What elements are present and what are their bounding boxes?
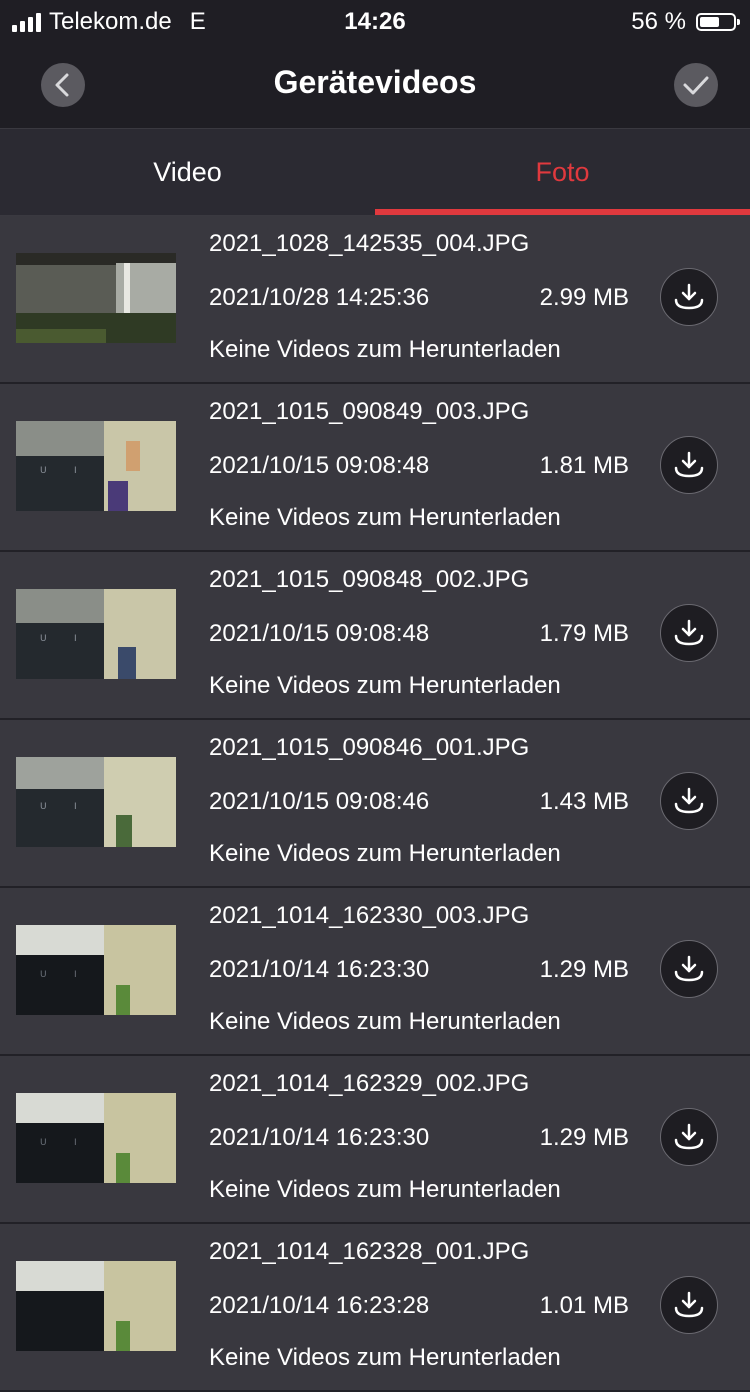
file-datetime: 2021/10/14 16:23:28 xyxy=(209,1292,430,1319)
file-status: Keine Videos zum Herunterladen xyxy=(209,840,561,867)
photo-thumbnail[interactable]: U I xyxy=(16,589,176,679)
svg-text:U: U xyxy=(40,466,47,476)
download-icon xyxy=(674,1123,704,1150)
svg-text:U: U xyxy=(40,1138,47,1148)
file-datetime: 2021/10/15 09:08:46 xyxy=(209,788,430,815)
file-size: 1.01 MB xyxy=(539,1292,629,1319)
list-item[interactable]: U I 2021_1015_090849_003.JPG 2021/10/15 … xyxy=(0,384,750,552)
svg-text:I: I xyxy=(74,802,77,812)
photo-thumbnail[interactable]: U I xyxy=(16,421,176,511)
download-icon xyxy=(674,451,704,478)
file-datetime: 2021/10/28 14:25:36 xyxy=(209,284,430,311)
file-status: Keine Videos zum Herunterladen xyxy=(209,672,561,699)
download-icon xyxy=(674,619,704,646)
photo-thumbnail[interactable] xyxy=(16,1261,176,1351)
photo-thumbnail[interactable]: U I xyxy=(16,757,176,847)
download-button[interactable] xyxy=(660,940,718,998)
file-status: Keine Videos zum Herunterladen xyxy=(209,1008,561,1035)
file-size: 1.81 MB xyxy=(539,452,629,479)
file-datetime: 2021/10/15 09:08:48 xyxy=(209,620,430,647)
download-button[interactable] xyxy=(660,604,718,662)
checkmark-icon xyxy=(683,76,709,95)
download-icon xyxy=(674,955,704,982)
file-name: 2021_1015_090846_001.JPG xyxy=(209,734,530,761)
photo-thumbnail[interactable]: U I xyxy=(16,1093,176,1183)
file-name: 2021_1015_090849_003.JPG xyxy=(209,398,530,425)
file-datetime: 2021/10/14 16:23:30 xyxy=(209,956,430,983)
list-item[interactable]: U I 2021_1015_090848_002.JPG 2021/10/15 … xyxy=(0,552,750,720)
svg-text:I: I xyxy=(74,634,77,644)
download-icon xyxy=(674,787,704,814)
download-icon xyxy=(674,283,704,310)
svg-text:I: I xyxy=(74,1138,77,1148)
file-status: Keine Videos zum Herunterladen xyxy=(209,336,561,363)
file-size: 1.29 MB xyxy=(539,1124,629,1151)
download-button[interactable] xyxy=(660,436,718,494)
file-size: 1.29 MB xyxy=(539,956,629,983)
file-list: 2021_1028_142535_004.JPG 2021/10/28 14:2… xyxy=(0,216,750,1392)
nav-bar: Gerätevideos xyxy=(0,44,750,129)
svg-text:I: I xyxy=(74,466,77,476)
file-size: 1.79 MB xyxy=(539,620,629,647)
svg-text:U: U xyxy=(40,802,47,812)
svg-text:I: I xyxy=(74,970,77,980)
file-name: 2021_1014_162330_003.JPG xyxy=(209,902,530,929)
status-bar: Telekom.de E 14:26 56 % xyxy=(0,0,750,44)
tab-bar: Video Foto xyxy=(0,129,750,216)
list-item[interactable]: U I 2021_1015_090846_001.JPG 2021/10/15 … xyxy=(0,720,750,888)
file-name: 2021_1015_090848_002.JPG xyxy=(209,566,530,593)
file-status: Keine Videos zum Herunterladen xyxy=(209,1176,561,1203)
confirm-button[interactable] xyxy=(674,63,718,107)
download-button[interactable] xyxy=(660,1276,718,1334)
list-item[interactable]: U I 2021_1014_162330_003.JPG 2021/10/14 … xyxy=(0,888,750,1056)
photo-thumbnail[interactable] xyxy=(16,253,176,343)
page-title: Gerätevideos xyxy=(273,64,477,100)
svg-text:U: U xyxy=(40,970,47,980)
file-name: 2021_1014_162328_001.JPG xyxy=(209,1238,530,1265)
photo-thumbnail[interactable]: U I xyxy=(16,925,176,1015)
list-item[interactable]: 2021_1028_142535_004.JPG 2021/10/28 14:2… xyxy=(0,216,750,384)
list-item[interactable]: U I 2021_1014_162329_002.JPG 2021/10/14 … xyxy=(0,1056,750,1224)
file-datetime: 2021/10/14 16:23:30 xyxy=(209,1124,430,1151)
file-status: Keine Videos zum Herunterladen xyxy=(209,1344,561,1371)
tab-video[interactable]: Video xyxy=(0,129,375,215)
file-name: 2021_1014_162329_002.JPG xyxy=(209,1070,530,1097)
list-item[interactable]: 2021_1014_162328_001.JPG 2021/10/14 16:2… xyxy=(0,1224,750,1392)
download-icon xyxy=(674,1291,704,1318)
svg-text:U: U xyxy=(40,634,47,644)
file-name: 2021_1028_142535_004.JPG xyxy=(209,230,530,257)
download-button[interactable] xyxy=(660,268,718,326)
download-button[interactable] xyxy=(660,772,718,830)
file-datetime: 2021/10/15 09:08:48 xyxy=(209,452,430,479)
active-tab-indicator xyxy=(375,209,750,215)
tab-foto[interactable]: Foto xyxy=(375,129,750,215)
battery-icon xyxy=(696,13,740,31)
file-size: 1.43 MB xyxy=(539,788,629,815)
download-button[interactable] xyxy=(660,1108,718,1166)
file-size: 2.99 MB xyxy=(539,284,629,311)
status-right: 56 % xyxy=(631,8,740,36)
file-status: Keine Videos zum Herunterladen xyxy=(209,504,561,531)
battery-percent: 56 % xyxy=(631,8,686,35)
